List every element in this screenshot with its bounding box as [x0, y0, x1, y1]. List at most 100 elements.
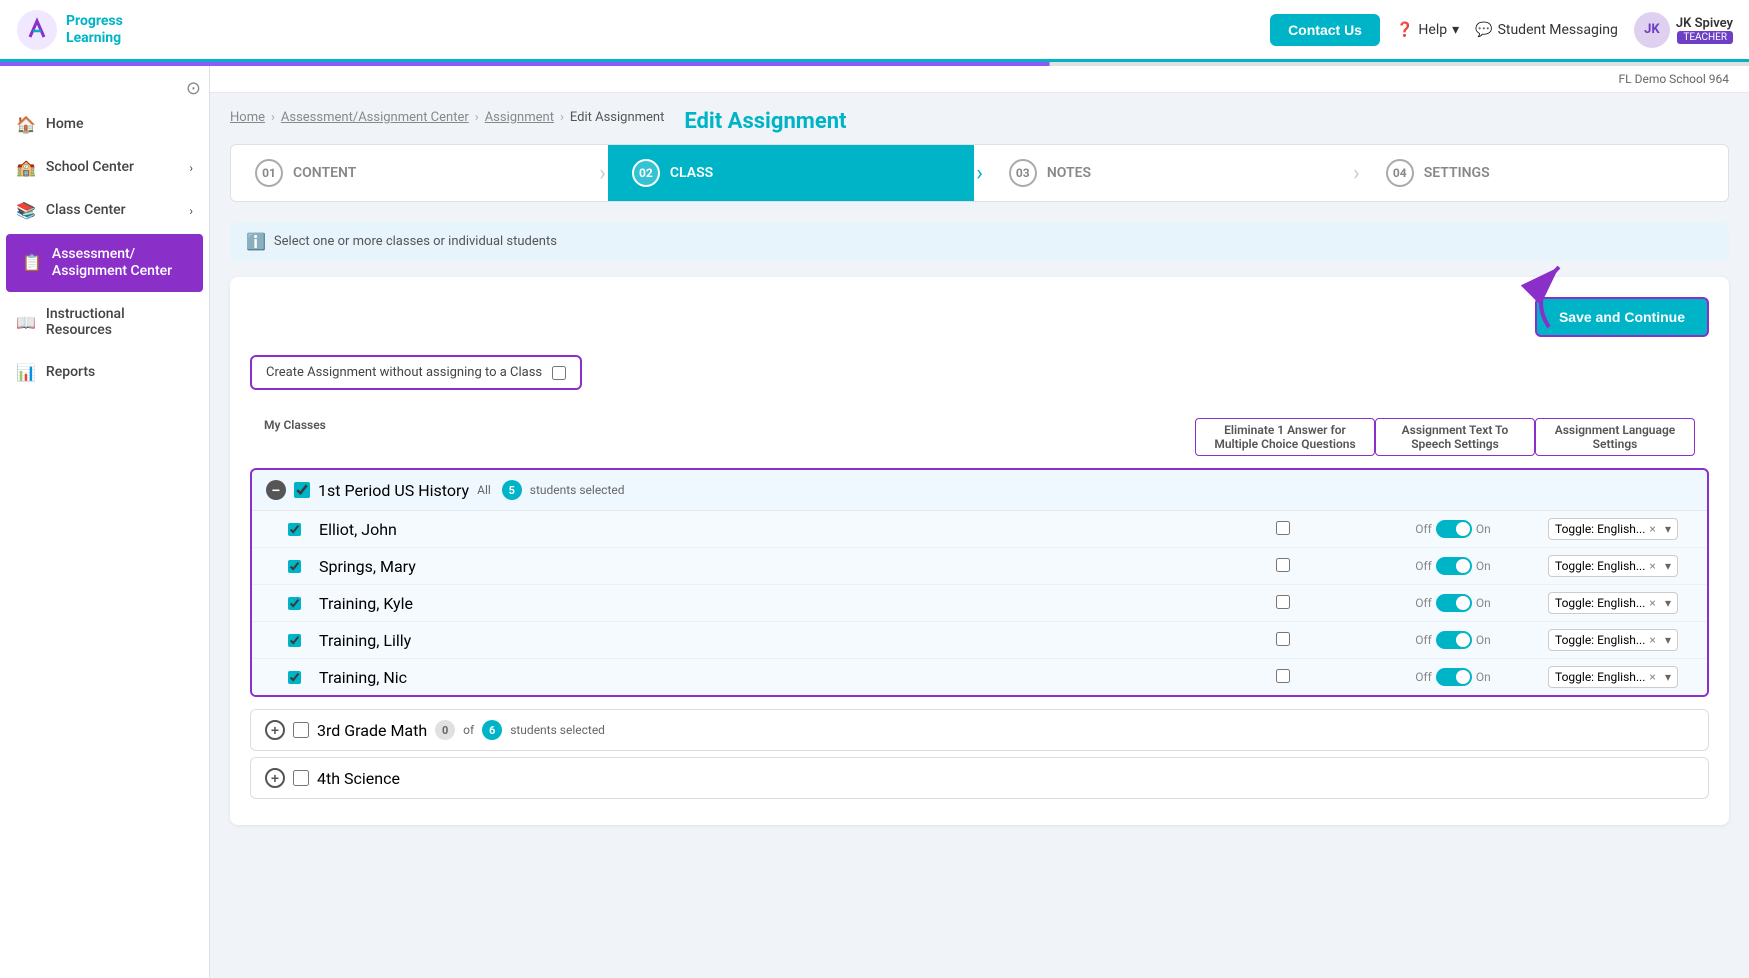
step-num-4: 04: [1386, 159, 1414, 187]
class-3rd-grade-header: + 3rd Grade Math 0 of 6 students selecte…: [251, 710, 1708, 750]
student-nic-checkbox[interactable]: [288, 671, 301, 684]
student-elliot-eliminate-checkbox[interactable]: [1276, 521, 1290, 535]
class-3rd-grade-name: 3rd Grade Math: [317, 721, 427, 740]
student-springs-lang-dropdown[interactable]: Toggle: English... × ▾: [1548, 555, 1678, 577]
step-settings[interactable]: 04 SETTINGS: [1362, 145, 1728, 201]
user-name: JK Spivey: [1676, 16, 1733, 31]
step-content[interactable]: 01 CONTENT: [231, 145, 597, 201]
user-role: TEACHER: [1677, 31, 1733, 44]
create-assignment-checkbox[interactable]: [552, 366, 566, 380]
logo-line1: Progress: [66, 13, 123, 29]
class-3rd-grade-checkbox[interactable]: [293, 722, 309, 738]
student-nic-lang-dropdown[interactable]: Toggle: English... × ▾: [1548, 666, 1678, 688]
breadcrumb-home[interactable]: Home: [230, 110, 265, 125]
class-1st-period-checkbox[interactable]: [294, 482, 310, 498]
student-lilly-speech-toggle[interactable]: [1436, 631, 1472, 649]
sidebar-item-assessment[interactable]: 📋 Assessment/ Assignment Center: [6, 234, 203, 292]
student-row-training-kyle: Training, Kyle Off On: [252, 585, 1707, 622]
student-lilly-lang-dropdown[interactable]: Toggle: English... × ▾: [1548, 629, 1678, 651]
student-lilly-eliminate-checkbox[interactable]: [1276, 632, 1290, 646]
create-assignment-row: Create Assignment without assigning to a…: [250, 355, 1709, 390]
student-springs-speech-toggle[interactable]: [1436, 557, 1472, 575]
student-springs-checkbox[interactable]: [288, 560, 301, 573]
step-num-2: 02: [632, 159, 660, 187]
student-kyle-eliminate-checkbox[interactable]: [1276, 595, 1290, 609]
contact-button[interactable]: Contact Us: [1270, 14, 1380, 46]
student-elliot-checkbox[interactable]: [288, 523, 301, 536]
lang-clear-icon-2[interactable]: ×: [1649, 559, 1655, 573]
student-nic-eliminate-checkbox[interactable]: [1276, 669, 1290, 683]
save-continue-button[interactable]: Save and Continue: [1535, 297, 1709, 337]
layout: ⊙ 🏠 Home 🏫 School Center › 📚 Class Cente…: [0, 66, 1749, 978]
student-lilly-checkbox[interactable]: [288, 634, 301, 647]
class-3rd-grade-selected-count: 0: [435, 720, 455, 740]
collapse-1st-period-button[interactable]: −: [266, 480, 286, 500]
help-link[interactable]: ❓ Help ▾: [1396, 22, 1459, 38]
student-elliot-lang-dropdown[interactable]: Toggle: English... × ▾: [1548, 518, 1678, 540]
student-kyle-checkbox[interactable]: [288, 597, 301, 610]
sidebar-collapse-button[interactable]: ⊙: [186, 78, 201, 99]
sidebar-item-home[interactable]: 🏠 Home: [0, 103, 209, 146]
class-group-3rd-grade: + 3rd Grade Math 0 of 6 students selecte…: [250, 709, 1709, 751]
create-assignment-label: Create Assignment without assigning to a…: [266, 365, 542, 380]
sidebar-item-instructional[interactable]: 📖 Instructional Resources: [0, 294, 209, 352]
messaging-link[interactable]: 💬 Student Messaging: [1475, 22, 1618, 38]
breadcrumb-assignment-center[interactable]: Assessment/Assignment Center: [281, 110, 469, 125]
step-arrow-3: ›: [1351, 145, 1362, 201]
instructional-icon: 📖: [16, 313, 36, 332]
lang-chevron-icon-3: ▾: [1665, 596, 1671, 610]
help-icon: ❓: [1396, 22, 1413, 38]
step-label-1: CONTENT: [293, 165, 356, 181]
step-notes[interactable]: 03 NOTES: [985, 145, 1351, 201]
class-1st-period-name: 1st Period US History: [318, 481, 469, 500]
student-lilly-name: Training, Lilly: [319, 631, 411, 650]
step-num-1: 01: [255, 159, 283, 187]
lang-chevron-icon-5: ▾: [1665, 670, 1671, 684]
lang-value: Toggle: English...: [1555, 522, 1645, 536]
student-springs-eliminate-checkbox[interactable]: [1276, 558, 1290, 572]
step-num-3: 03: [1009, 159, 1037, 187]
col-header-eliminate: Eliminate 1 Answer for Multiple Choice Q…: [1195, 418, 1375, 456]
student-kyle-lang-dropdown[interactable]: Toggle: English... × ▾: [1548, 592, 1678, 614]
user-badge: JK JK Spivey TEACHER: [1634, 12, 1733, 48]
student-row-elliot: Elliot, John Off On: [252, 511, 1707, 548]
class-4th-science-checkbox[interactable]: [293, 770, 309, 786]
class-4th-science-header: + 4th Science: [251, 758, 1708, 798]
info-message: Select one or more classes or individual…: [274, 234, 557, 249]
student-kyle-speech-toggle[interactable]: [1436, 594, 1472, 612]
lang-chevron-icon-2: ▾: [1665, 559, 1671, 573]
step-class[interactable]: 02 CLASS: [608, 145, 974, 201]
message-icon: 💬: [1475, 22, 1492, 38]
student-kyle-name: Training, Kyle: [319, 594, 413, 613]
lang-clear-icon-5[interactable]: ×: [1649, 670, 1655, 684]
content-area: Home › Assessment/Assignment Center › As…: [210, 93, 1749, 841]
lang-clear-icon[interactable]: ×: [1649, 522, 1655, 536]
student-row-training-nic: Training, Nic Off On: [252, 659, 1707, 695]
expand-4th-science-button[interactable]: +: [265, 768, 285, 788]
info-icon: ℹ️: [246, 232, 266, 251]
step-arrow-1: ›: [597, 145, 608, 201]
student-springs-name: Springs, Mary: [319, 557, 416, 576]
main-card: Save and Continue Create Assignment with…: [230, 277, 1729, 825]
header: Progress Learning Contact Us ❓ Help ▾ 💬 …: [0, 0, 1749, 62]
sidebar-item-class-center[interactable]: 📚 Class Center ›: [0, 189, 209, 232]
sidebar-item-school-center[interactable]: 🏫 School Center ›: [0, 146, 209, 189]
sidebar-item-reports[interactable]: 📊 Reports: [0, 351, 209, 394]
reports-icon: 📊: [16, 363, 36, 382]
student-elliot-speech-toggle[interactable]: [1436, 520, 1472, 538]
students-selected-label-2: students selected: [510, 723, 605, 737]
breadcrumb-assignment[interactable]: Assignment: [485, 110, 554, 125]
chevron-down-icon: ▾: [1452, 22, 1459, 38]
class-1st-period-count: 5: [502, 480, 522, 500]
save-section: Save and Continue: [250, 297, 1709, 337]
breadcrumb: Home › Assessment/Assignment Center › As…: [230, 110, 664, 125]
step-arrow-2: ›: [974, 145, 985, 201]
expand-3rd-grade-button[interactable]: +: [265, 720, 285, 740]
lang-value-2: Toggle: English...: [1555, 559, 1645, 573]
class-4th-science-name: 4th Science: [317, 769, 400, 788]
lang-clear-icon-4[interactable]: ×: [1649, 633, 1655, 647]
student-nic-speech-toggle[interactable]: [1436, 668, 1472, 686]
lang-clear-icon-3[interactable]: ×: [1649, 596, 1655, 610]
chevron-right-icon-2: ›: [189, 204, 193, 218]
school-icon: 🏫: [16, 158, 36, 177]
